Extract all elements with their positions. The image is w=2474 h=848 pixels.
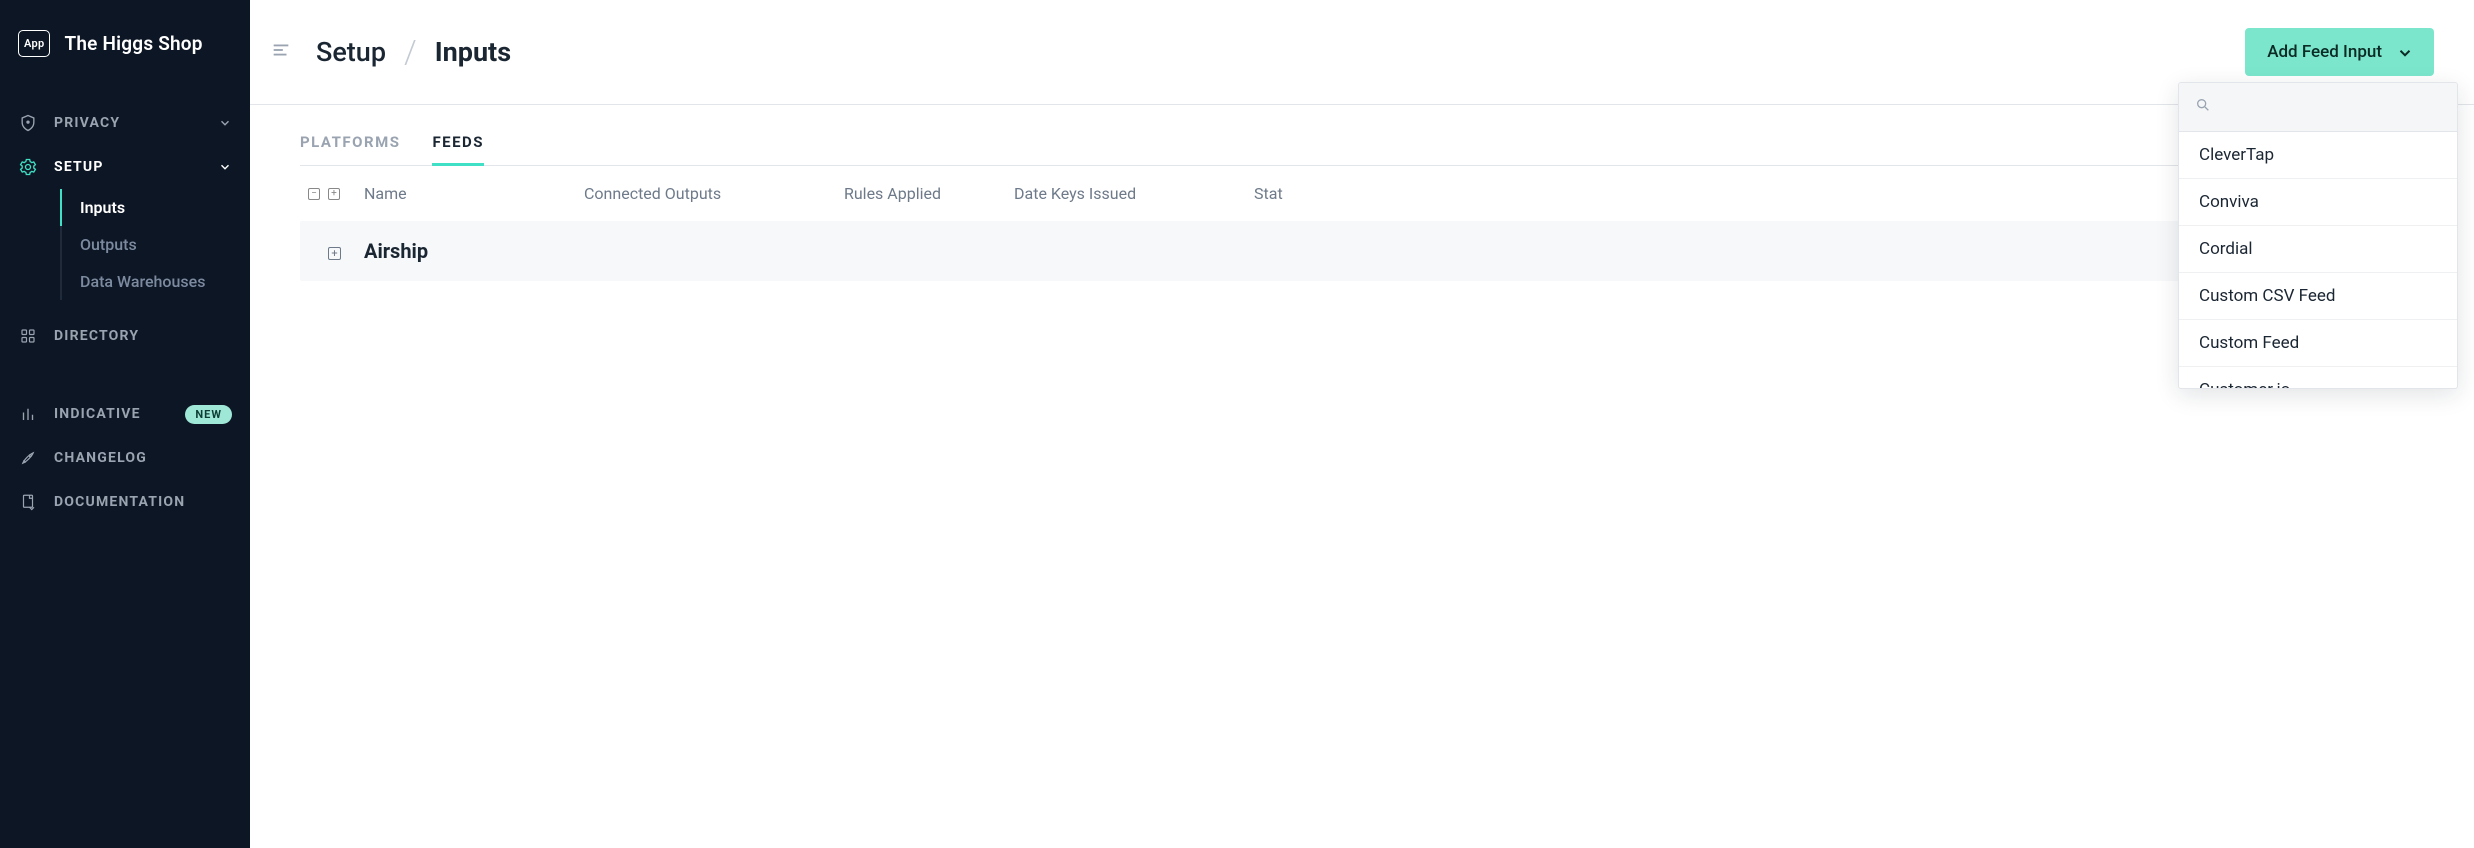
feeds-table: − + Name Connected Outputs Rules Applied… <box>300 166 2434 281</box>
add-button-label: Add Feed Input <box>2267 42 2382 62</box>
sidebar-item-label: DOCUMENTATION <box>54 494 232 510</box>
document-icon <box>18 492 38 512</box>
chevron-down-icon <box>218 160 232 174</box>
dropdown-item[interactable]: Custom CSV Feed <box>2179 273 2457 320</box>
setup-subnav: Inputs Outputs Data Warehouses <box>60 189 250 300</box>
breadcrumb: Setup / Inputs <box>316 33 511 71</box>
app-badge: App <box>18 30 50 57</box>
plus-box-icon: + <box>328 247 341 260</box>
plus-box-icon[interactable]: + <box>328 188 340 200</box>
dropdown-item[interactable]: CleverTap <box>2179 132 2457 179</box>
table-header-checkboxes[interactable]: − + <box>308 188 364 200</box>
generic-icon <box>18 81 38 87</box>
sidebar-item-changelog[interactable]: CHANGELOG <box>0 436 250 480</box>
dropdown-search-input[interactable] <box>2223 98 2441 117</box>
sidebar-item-label: PRIVACY <box>54 115 202 131</box>
breadcrumb-current: Inputs <box>435 36 511 68</box>
table-header: − + Name Connected Outputs Rules Applied… <box>300 166 2434 221</box>
grid-icon <box>18 326 38 346</box>
bars-icon <box>18 404 38 424</box>
app-title: The Higgs Shop <box>64 32 202 55</box>
tab-platforms[interactable]: PLATFORMS <box>300 129 400 165</box>
dropdown-item[interactable]: Cordial <box>2179 226 2457 273</box>
sidebar-subitem-outputs[interactable]: Outputs <box>62 226 250 263</box>
sidebar-item-setup[interactable]: SETUP <box>0 145 250 189</box>
dropdown-item[interactable]: Customer.io <box>2179 367 2457 388</box>
col-date-keys-issued: Date Keys Issued <box>1014 184 1254 203</box>
breadcrumb-separator: / <box>404 33 417 71</box>
dropdown-item[interactable]: Custom Feed <box>2179 320 2457 367</box>
menu-toggle-icon[interactable] <box>270 39 292 65</box>
sidebar-item-label: INDICATIVE <box>54 406 159 422</box>
row-name: Airship <box>364 239 584 263</box>
sidebar: App The Higgs Shop PRIVACY SETUP <box>0 0 250 848</box>
dropdown-item[interactable]: Conviva <box>2179 179 2457 226</box>
sidebar-subitem-inputs[interactable]: Inputs <box>62 189 250 226</box>
sidebar-item-documentation[interactable]: DOCUMENTATION <box>0 480 250 524</box>
sidebar-subitem-data-warehouses[interactable]: Data Warehouses <box>62 263 250 300</box>
breadcrumb-parent[interactable]: Setup <box>316 36 386 68</box>
sidebar-item-label: DIRECTORY <box>54 328 232 344</box>
chevron-down-icon <box>218 116 232 130</box>
topbar: Setup / Inputs Add Feed Input <box>250 0 2474 105</box>
shield-icon <box>18 113 38 133</box>
sidebar-item-label: CHANGELOG <box>54 450 232 466</box>
row-expand[interactable]: + <box>308 242 364 261</box>
sidebar-item-cutoff <box>0 81 250 87</box>
add-feed-input-button[interactable]: Add Feed Input <box>2245 28 2434 76</box>
minus-box-icon[interactable]: − <box>308 188 320 200</box>
chevron-down-icon <box>2396 44 2412 60</box>
dropdown-search <box>2179 83 2457 132</box>
sidebar-header: App The Higgs Shop <box>0 0 250 81</box>
sidebar-item-directory[interactable]: DIRECTORY <box>0 314 250 358</box>
sidebar-nav: PRIVACY SETUP Inputs Outputs Data Wareho… <box>0 81 250 524</box>
table-row[interactable]: + Airship <box>300 221 2434 281</box>
content: PLATFORMS FEEDS − + Name Connected Outpu… <box>250 105 2474 848</box>
sidebar-item-privacy[interactable]: PRIVACY <box>0 101 250 145</box>
tab-feeds[interactable]: FEEDS <box>432 129 484 165</box>
main: Setup / Inputs Add Feed Input PLATFORMS … <box>250 0 2474 848</box>
sidebar-item-label: SETUP <box>54 159 202 175</box>
dropdown-list[interactable]: CleverTapConvivaCordialCustom CSV FeedCu… <box>2179 132 2457 388</box>
col-connected-outputs: Connected Outputs <box>584 184 844 203</box>
gear-icon <box>18 157 38 177</box>
new-badge: NEW <box>185 405 232 424</box>
col-name: Name <box>364 184 584 203</box>
feed-input-dropdown: CleverTapConvivaCordialCustom CSV FeedCu… <box>2178 82 2458 389</box>
search-icon <box>2195 97 2211 117</box>
sidebar-item-indicative[interactable]: INDICATIVE NEW <box>0 392 250 436</box>
tabs: PLATFORMS FEEDS <box>300 129 2434 166</box>
rocket-icon <box>18 448 38 468</box>
col-rules-applied: Rules Applied <box>844 184 1014 203</box>
